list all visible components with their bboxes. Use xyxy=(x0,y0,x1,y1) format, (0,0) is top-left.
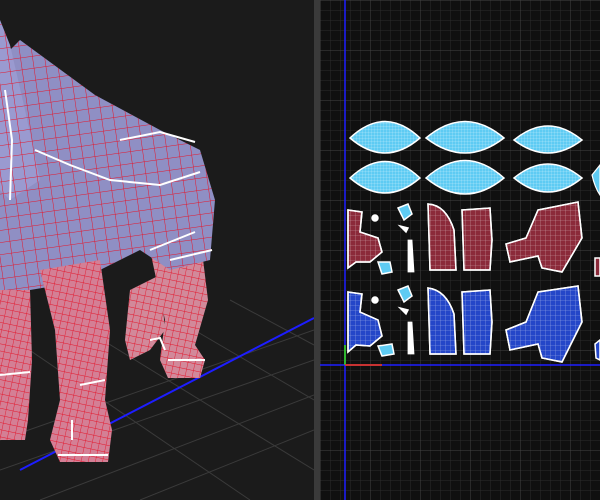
creature-mesh[interactable] xyxy=(0,20,215,462)
viewport-3d[interactable] xyxy=(0,0,314,500)
viewport-canvas[interactable] xyxy=(0,0,314,500)
uv-canvas[interactable] xyxy=(320,0,600,500)
uv-editor[interactable] xyxy=(320,0,600,500)
app-window xyxy=(0,0,600,500)
